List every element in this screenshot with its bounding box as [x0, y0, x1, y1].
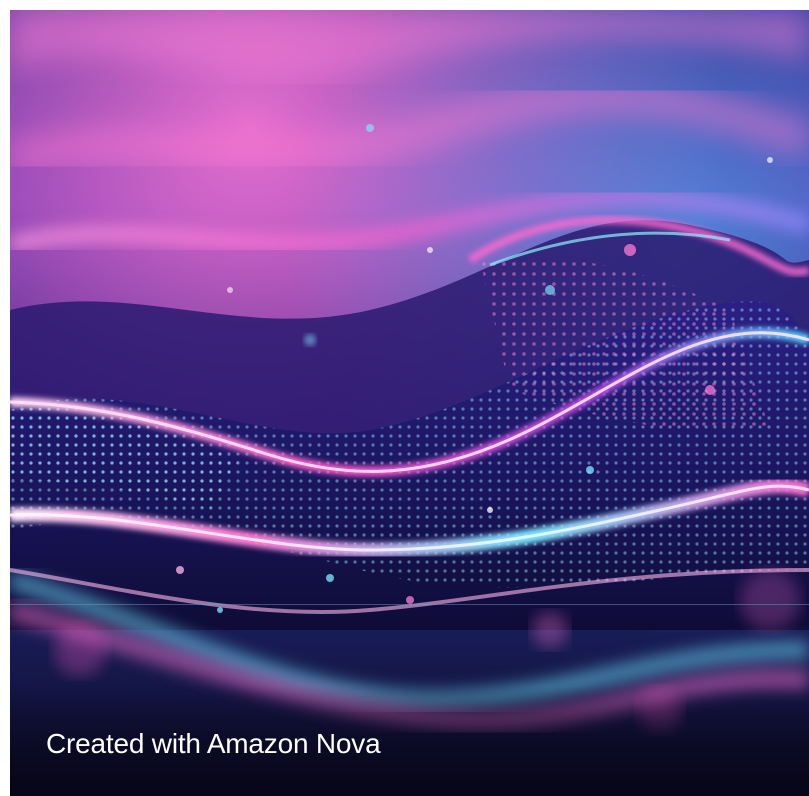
ai-generated-image: Created with Amazon Nova [10, 10, 809, 796]
abstract-wave-artwork [10, 10, 809, 796]
horizontal-divider [10, 604, 809, 605]
image-caption: Created with Amazon Nova [46, 728, 381, 759]
